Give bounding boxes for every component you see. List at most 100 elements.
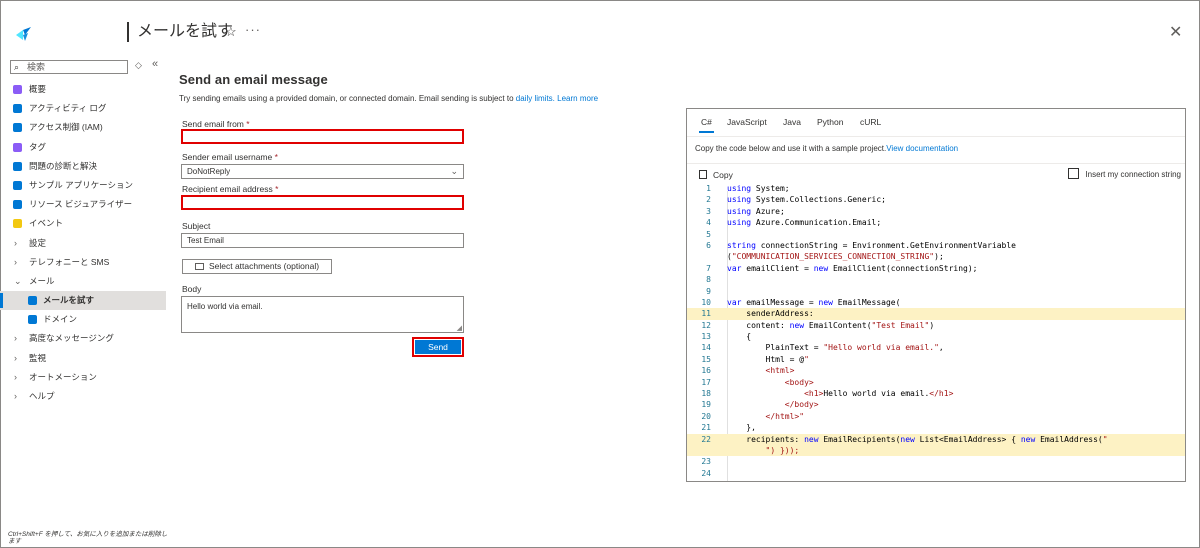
sidebar-item-0[interactable]: 概要 [0,80,166,99]
subject-input[interactable]: Test Email [181,233,464,248]
sidebar-item-label: 概要 [29,84,47,94]
close-icon[interactable]: ✕ [1169,22,1182,42]
tag-icon [13,142,22,152]
sidebar-item-label: イベント [29,218,64,229]
sidebar-item-label: メール [29,275,55,286]
line-number: 18 [701,389,711,399]
send-from-select[interactable] [181,129,464,144]
code-text: }, [727,423,756,433]
line-number: 20 [701,411,711,421]
checkbox-icon [1068,168,1080,179]
send-button[interactable]: Send [415,340,461,354]
favorite-star-icon[interactable]: ☆ [225,24,237,40]
more-options-icon[interactable]: ··· [245,22,261,37]
domain-icon [28,315,37,325]
code-panel-note: Copy the code below and use it with a sa… [695,144,959,153]
sidebar-item-14[interactable]: › 監視 [0,349,166,368]
copy-button[interactable]: Copy [699,170,733,180]
sidebar-item-7[interactable]: イベント [0,214,166,233]
tab-javascript[interactable]: JavaScript [727,117,767,127]
sidebar-item-label: オートメーション [29,371,97,382]
iam-icon [13,123,22,133]
insert-connection-string-checkbox[interactable]: Insert my connection string [1068,168,1181,179]
sidebar-item-11[interactable]: メールを試す [0,291,166,311]
code-text: </html>" [765,411,805,421]
line-number: 24 [701,468,711,478]
view-documentation-link[interactable]: View documentation [886,144,958,153]
sidebar-search-input[interactable]: ⌕ 検索 [10,60,128,74]
tab-csharp[interactable]: C# [699,117,714,133]
code-line: 14 PlainText = "Hello world via email.", [687,342,1185,353]
code-line: 21 }, [687,422,1185,433]
sidebar-item-13[interactable]: › 高度なメッセージング [0,329,166,348]
line-number: 10 [701,297,711,307]
code-line: 17 <body> [687,377,1185,388]
event-icon [13,219,22,229]
sidebar-item-4[interactable]: 問題の診断と解決 [0,157,166,176]
line-number: 15 [701,354,711,364]
sidebar-item-label: リソース ビジュアライザー [29,199,133,210]
line-number: 4 [706,218,711,228]
communication-services-logo-icon [16,27,31,41]
code-text: var emailClient = new EmailClient(connec… [727,263,978,273]
code-text: content: new EmailContent("Test Email") [727,320,935,330]
code-text: ") })); [765,445,800,455]
search-placeholder: 検索 [27,62,46,72]
code-line: 12 content: new EmailContent("Test Email… [687,320,1185,331]
sidebar-item-label: 設定 [29,237,47,248]
page-title: メールを試す [127,22,233,42]
recipient-input[interactable] [181,195,464,210]
form-heading: Send an email message [179,72,328,87]
form-description: Try sending emails using a provided doma… [179,94,599,103]
code-line: 10 var emailMessage = new EmailMessage( [687,297,1185,308]
sidebar-item-5[interactable]: サンプル アプリケーション [0,176,166,195]
code-text: string connectionString = Environment.Ge… [727,240,1016,250]
sidebar-item-label: アクセス制御 (IAM) [29,122,103,133]
sidebar-item-15[interactable]: › オートメーション [0,368,166,387]
body-textarea[interactable]: Hello world via email. ◢ [181,296,464,333]
tab-curl[interactable]: cURL [860,117,881,127]
sidebar-item-label: テレフォニーと SMS [29,256,110,267]
diagnose-icon [13,161,22,171]
recipient-label: Recipient email address * [182,184,279,194]
code-text: <h1>Hello world via email.</h1> [804,389,954,399]
sidebar-nav: 概要アクティビティ ログアクセス制御 (IAM) タグ 問題の診断と解決 サンプル ア… [0,80,166,406]
code-text: senderAddress: [727,309,814,319]
sidebar-item-3[interactable]: タグ [0,138,166,157]
chevron-right-icon: › [14,371,17,382]
sidebar-item-2[interactable]: アクセス制御 (IAM) [0,118,166,137]
sidebar-item-12[interactable]: ドメイン [0,310,166,329]
code-text: recipients: new EmailRecipients(new List… [727,434,1108,444]
sender-username-dropdown[interactable]: DoNotReply ⌄ [181,164,464,179]
select-attachments-button[interactable]: Select attachments (optional) [182,259,332,274]
learn-more-link[interactable]: Learn more [557,94,598,103]
code-line: 8 [687,274,1185,285]
tab-python[interactable]: Python [817,117,843,127]
send-from-label: Send email from * [182,119,250,129]
code-text: <html> [765,366,795,376]
line-number: 25 [687,479,711,481]
sidebar-item-6[interactable]: リソース ビジュアライザー [0,195,166,214]
code-text: using Azure.Communication.Email; [727,218,882,228]
sidebar-collapse-icon[interactable]: « [152,58,158,70]
line-number: 13 [701,332,711,342]
daily-limits-link[interactable]: daily limits. [516,94,555,103]
sidebar-item-16[interactable]: › ヘルプ [0,387,166,406]
code-text: <body> [784,377,814,387]
code-text: using System.Collections.Generic; [727,195,886,205]
sidebar-item-8[interactable]: › 設定 [0,234,166,253]
line-number: 3 [706,206,711,216]
sidebar-options-icon[interactable]: ◇ [135,60,142,71]
chevron-right-icon: › [14,256,17,267]
code-line: 6 string connectionString = Environment.G… [687,240,1185,251]
code-line: ("COMMUNICATION_SERVICES_CONNECTION_STRI… [687,251,1185,262]
tab-java[interactable]: Java [783,117,801,127]
line-number: 11 [701,309,711,319]
body-label: Body [182,284,202,294]
sidebar-item-9[interactable]: › テレフォニーと SMS [0,253,166,272]
line-number: 22 [701,434,711,444]
code-line: 20 </html>" [687,411,1185,422]
sidebar-item-1[interactable]: アクティビティ ログ [0,99,166,118]
try-email-icon [28,296,37,306]
sidebar-item-10[interactable]: ⌄ メール [0,272,166,291]
